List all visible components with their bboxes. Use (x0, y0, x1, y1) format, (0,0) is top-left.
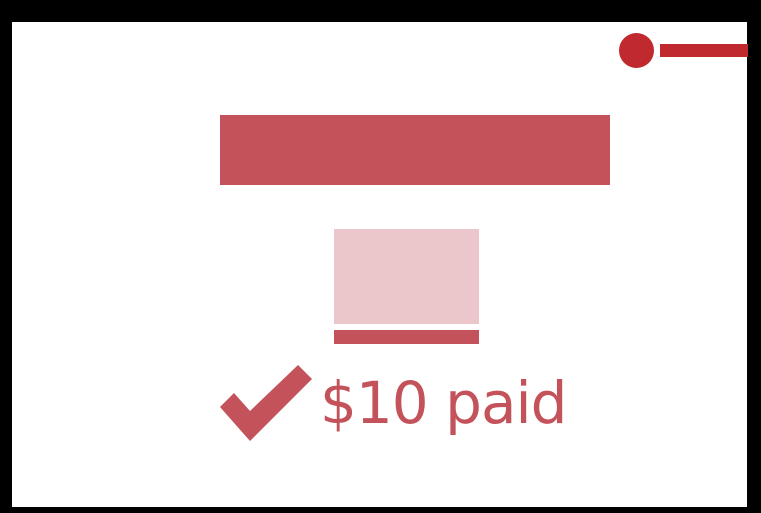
content-placeholder-block (334, 229, 479, 324)
status-indicator-dot (619, 33, 654, 68)
title-placeholder-block (220, 115, 610, 185)
content-underline (334, 330, 479, 344)
status-indicator-bar (660, 44, 748, 57)
checkmark-icon (220, 365, 312, 441)
payment-confirmation: $10 paid (220, 360, 620, 450)
paid-status-text: $10 paid (320, 369, 567, 437)
